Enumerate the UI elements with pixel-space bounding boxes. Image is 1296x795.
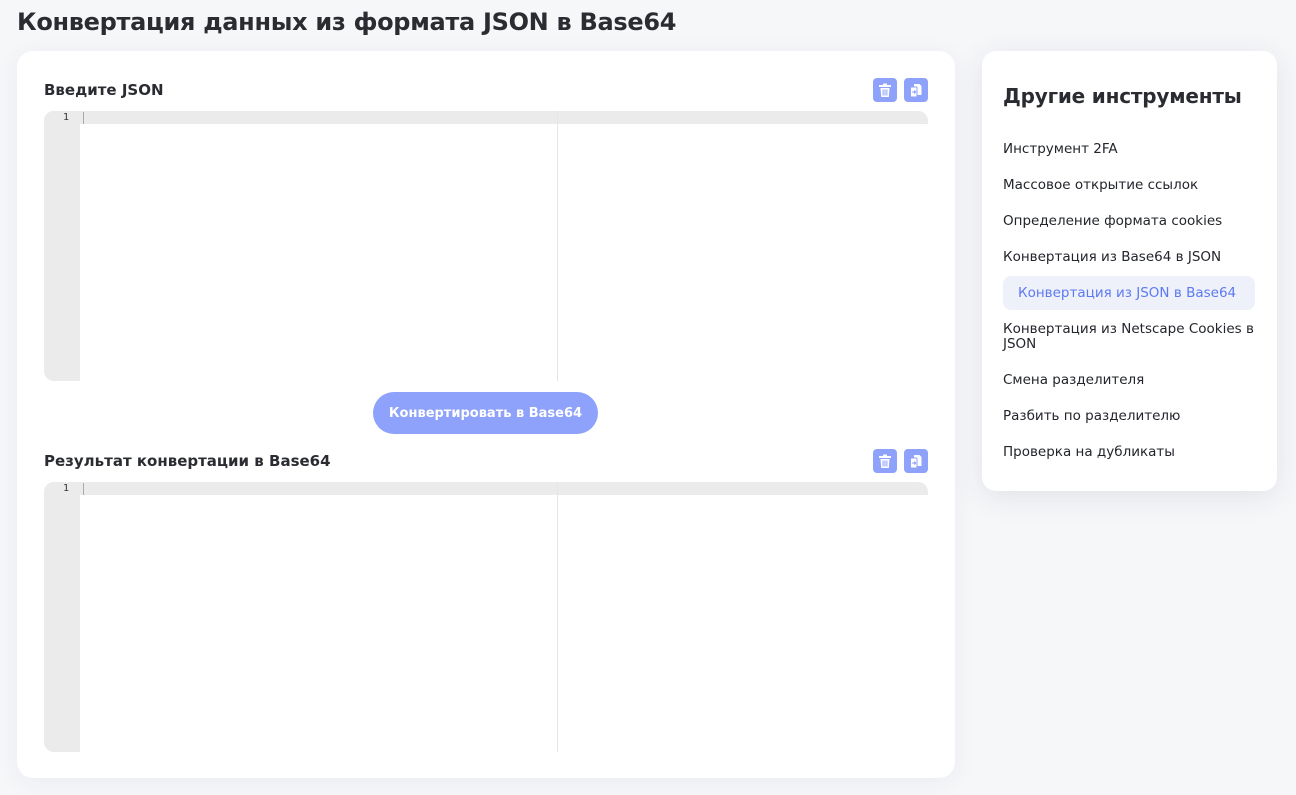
- tool-link-cookie-format[interactable]: Определение формата cookies: [1003, 214, 1255, 229]
- text-cursor: [83, 112, 84, 124]
- base64-output-editor[interactable]: 1: [44, 482, 928, 752]
- tool-link-base64-to-json[interactable]: Конвертация из Base64 в JSON: [1003, 250, 1255, 265]
- converter-card: Введите JSON 1 Конвертировать в Base64 Р…: [17, 51, 955, 778]
- page-title: Конвертация данных из формата JSON в Bas…: [17, 8, 677, 36]
- text-cursor: [83, 483, 84, 495]
- input-label: Введите JSON: [44, 81, 164, 99]
- other-tools-title: Другие инструменты: [1003, 84, 1242, 108]
- tool-link-duplicate-check[interactable]: Проверка на дубликаты: [1003, 445, 1255, 460]
- tool-link-change-delimiter[interactable]: Смена разделителя: [1003, 373, 1255, 388]
- copy-output-button[interactable]: [904, 449, 928, 473]
- trash-icon: [878, 83, 892, 98]
- tool-link-mass-open-links[interactable]: Массовое открытие ссылок: [1003, 178, 1255, 193]
- active-line-highlight: [44, 111, 928, 124]
- tool-link-split-by-delimiter[interactable]: Разбить по разделителю: [1003, 409, 1255, 424]
- convert-button[interactable]: Конвертировать в Base64: [373, 392, 598, 434]
- editor-gutter: [44, 111, 80, 381]
- other-tools-panel: Другие инструменты Инструмент 2FA Массов…: [982, 51, 1277, 491]
- tool-link-2fa[interactable]: Инструмент 2FA: [1003, 142, 1255, 157]
- active-line-highlight: [44, 482, 928, 495]
- print-margin: [557, 482, 558, 752]
- paste-input-button[interactable]: [904, 78, 928, 102]
- json-input-editor[interactable]: 1: [44, 111, 928, 381]
- line-number: 1: [62, 112, 69, 123]
- clear-input-button[interactable]: [873, 78, 897, 102]
- tool-link-json-to-base64[interactable]: Конвертация из JSON в Base64: [1003, 276, 1255, 310]
- tool-link-label: Конвертация из JSON в Base64: [1018, 284, 1237, 301]
- line-number: 1: [62, 483, 69, 494]
- tool-link-netscape-to-json[interactable]: Конвертация из Netscape Cookies в JSON: [1003, 322, 1255, 352]
- trash-icon: [878, 454, 892, 469]
- editor-gutter: [44, 482, 80, 752]
- print-margin: [557, 111, 558, 381]
- output-label: Результат конвертации в Base64: [44, 452, 331, 470]
- clear-output-button[interactable]: [873, 449, 897, 473]
- paste-icon: [909, 83, 923, 98]
- paste-icon: [909, 454, 923, 469]
